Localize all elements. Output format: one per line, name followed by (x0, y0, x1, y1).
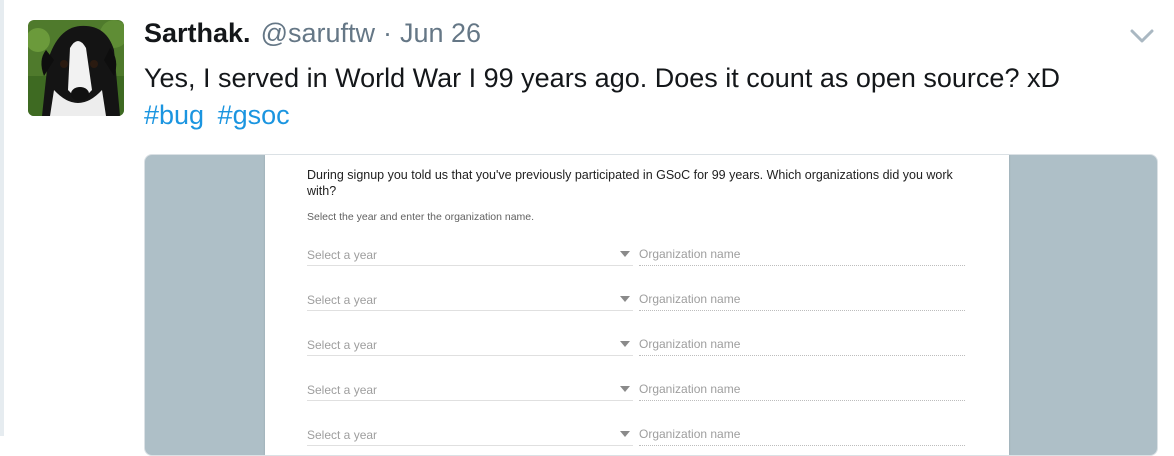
organization-input[interactable] (639, 288, 965, 311)
hashtag-list: #bug #gsoc (144, 98, 296, 132)
organization-input[interactable] (639, 378, 965, 401)
form-row: Select a year (307, 333, 965, 356)
tweet-text: Yes, I served in World War I 99 years ag… (144, 63, 1060, 93)
dog-avatar-icon (28, 20, 124, 116)
organization-input[interactable] (639, 423, 965, 446)
year-select[interactable]: Select a year (307, 288, 633, 311)
dropdown-caret-icon (620, 431, 630, 437)
avatar[interactable] (28, 20, 124, 116)
year-select[interactable]: Select a year (307, 378, 633, 401)
organization-input[interactable] (639, 243, 965, 266)
dropdown-caret-icon (620, 296, 630, 302)
display-name[interactable]: Sarthak. (144, 18, 251, 49)
timeline-border (0, 0, 4, 436)
year-placeholder: Select a year (307, 293, 378, 307)
signup-form: During signup you told us that you've pr… (265, 155, 1009, 455)
form-row: Select a year (307, 288, 965, 311)
form-row: Select a year (307, 378, 965, 401)
year-select[interactable]: Select a year (307, 423, 633, 446)
attached-screenshot[interactable]: During signup you told us that you've pr… (144, 154, 1158, 456)
dropdown-caret-icon (620, 341, 630, 347)
year-placeholder: Select a year (307, 248, 378, 262)
dropdown-caret-icon (620, 386, 630, 392)
tweet-header: Sarthak. @saruftw · Jun 26 (144, 18, 481, 52)
dropdown-caret-icon (620, 251, 630, 257)
chevron-down-icon[interactable] (1128, 24, 1156, 48)
form-instruction: Select the year and enter the organizati… (307, 211, 535, 223)
form-row: Select a year (307, 243, 965, 266)
year-select[interactable]: Select a year (307, 333, 633, 356)
separator-dot: · (383, 18, 392, 48)
year-placeholder: Select a year (307, 338, 378, 352)
year-select[interactable]: Select a year (307, 243, 633, 266)
form-question: During signup you told us that you've pr… (307, 168, 953, 198)
year-placeholder: Select a year (307, 383, 378, 397)
tweet-date[interactable]: Jun 26 (400, 18, 481, 49)
organization-input[interactable] (639, 333, 965, 356)
year-placeholder: Select a year (307, 428, 378, 442)
user-handle[interactable]: @saruftw (261, 18, 375, 49)
hashtag-link[interactable]: #bug (144, 100, 204, 130)
form-row: Select a year (307, 423, 965, 446)
hashtag-link[interactable]: #gsoc (218, 100, 290, 130)
